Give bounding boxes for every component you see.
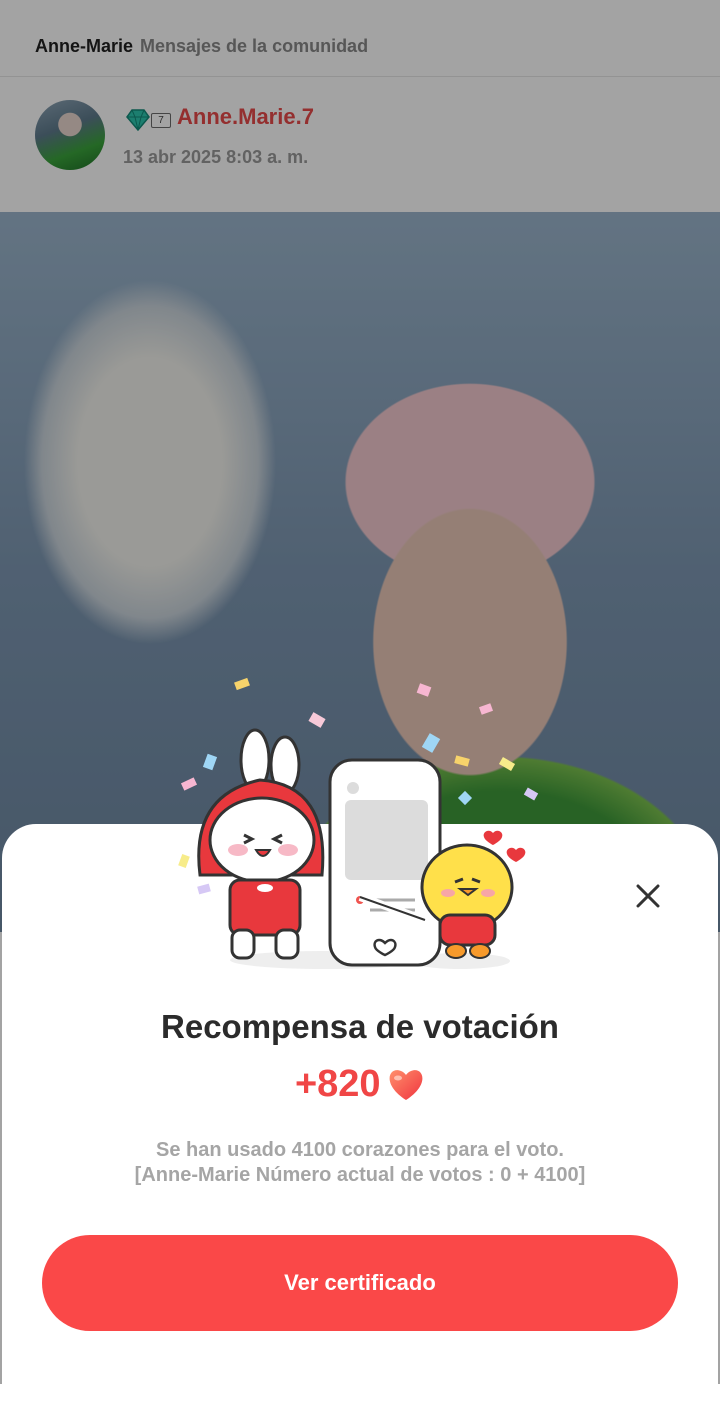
celebration-illustration bbox=[178, 677, 539, 969]
votes-used-text: Se han usado 4100 corazones para el voto… bbox=[156, 1139, 564, 1161]
reward-amount-value: +820 bbox=[294, 1063, 381, 1105]
modal-title: Recompensa de votación bbox=[161, 1008, 559, 1045]
heart-icon bbox=[389, 1069, 423, 1100]
close-icon[interactable] bbox=[632, 880, 664, 912]
reward-amount: +820 bbox=[0, 1063, 720, 1106]
current-votes-text: [Anne-Marie Número actual de votos : 0 +… bbox=[134, 1164, 586, 1186]
view-certificate-button[interactable]: Ver certificado bbox=[42, 1235, 678, 1331]
